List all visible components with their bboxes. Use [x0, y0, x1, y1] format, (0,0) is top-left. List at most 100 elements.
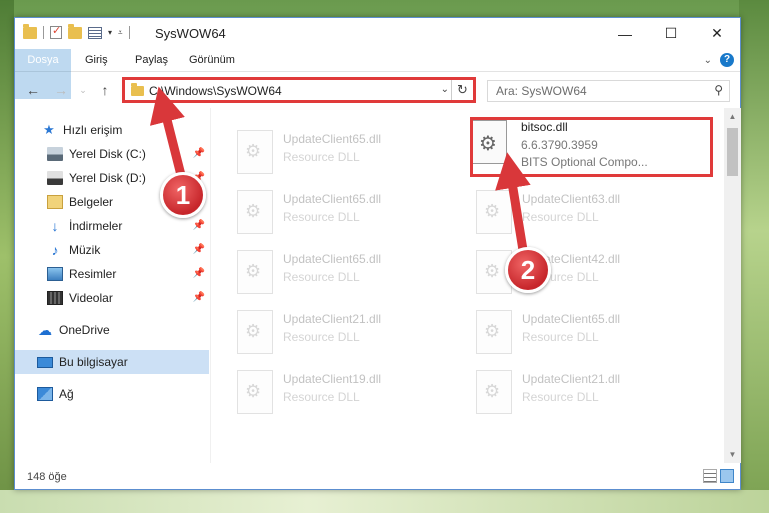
ribbon-controls: ⌄ ?	[704, 53, 734, 67]
title-bar: ▾ ⩡ SysWOW64 — ☐ ✕	[15, 18, 740, 49]
back-button[interactable]: ←	[23, 80, 43, 100]
list-item[interactable]: UpdateClient21.dll Resource DLL	[237, 306, 467, 356]
minimize-button[interactable]: —	[602, 18, 648, 49]
search-box[interactable]: Ara: SysWOW64 ⚲	[487, 80, 730, 102]
background-left	[0, 0, 14, 513]
up-button[interactable]: ↑	[95, 80, 115, 100]
list-item[interactable]: UpdateClient19.dll Resource DLL	[237, 366, 467, 416]
sidebar-item-music[interactable]: ♪ Müzik 📌	[15, 238, 209, 262]
dll-file-icon	[237, 190, 273, 234]
pin-icon: 📌	[192, 268, 205, 279]
quick-access-toolbar: ▾ ⩡	[23, 23, 130, 39]
file-description: Resource DLL	[283, 390, 360, 404]
step-2-badge: 2	[505, 247, 551, 293]
maximize-button[interactable]: ☐	[648, 18, 694, 49]
file-description: Resource DLL	[283, 330, 360, 344]
address-dropdown-icon[interactable]: ⌄	[441, 84, 449, 95]
close-button[interactable]: ✕	[694, 18, 740, 49]
folder-icon[interactable]	[23, 23, 37, 39]
sidebar-item-onedrive[interactable]: ☁ OneDrive	[15, 318, 209, 342]
recent-locations-icon[interactable]: ⌄	[73, 80, 93, 100]
address-path[interactable]: C:\Windows\SysWOW64	[149, 84, 282, 98]
sidebar-item-videos[interactable]: Videolar 📌	[15, 286, 209, 310]
toolbar-separator	[128, 26, 130, 39]
details-view-icon[interactable]	[703, 469, 717, 483]
pin-icon: 📌	[192, 148, 205, 159]
step-1-badge: 1	[160, 172, 206, 218]
pin-icon: 📌	[192, 220, 205, 231]
sidebar-item-label: Bu bilgisayar	[59, 355, 128, 369]
refresh-icon[interactable]: ↻	[451, 80, 473, 100]
sidebar-item-this-pc[interactable]: Bu bilgisayar	[15, 350, 209, 374]
network-icon	[37, 387, 53, 401]
sidebar-item-label: Videolar	[69, 291, 113, 305]
new-folder-icon[interactable]	[68, 23, 82, 39]
help-icon[interactable]: ?	[720, 53, 734, 67]
scroll-up-icon[interactable]: ▲	[724, 108, 741, 125]
tab-view[interactable]: Görünüm	[177, 49, 247, 72]
file-name: UpdateClient21.dll	[283, 312, 382, 326]
view-dropdown-icon[interactable]: ▾	[108, 28, 112, 37]
sidebar-item-label: Resimler	[69, 267, 117, 281]
window-controls: — ☐ ✕	[602, 18, 740, 49]
navigation-bar: ← → ⌄ ↑ C:\Windows\SysWOW64 ⌄ ↻ Ara: Sys…	[15, 76, 740, 104]
file-description: Resource DLL	[522, 390, 599, 404]
list-item[interactable]: UpdateClient65.dll Resource DLL	[237, 126, 467, 176]
list-item[interactable]: UpdateClient63.dll Resource DLL	[476, 186, 706, 236]
sidebar-item-label: OneDrive	[59, 323, 110, 337]
cloud-icon: ☁	[38, 322, 52, 338]
star-icon: ★	[43, 122, 55, 137]
view-icon[interactable]	[88, 26, 102, 39]
scroll-down-icon[interactable]: ▼	[724, 446, 741, 463]
file-name: UpdateClient21.dll	[522, 372, 621, 386]
videos-icon	[47, 291, 63, 305]
sidebar-item-label: Yerel Disk (C:)	[69, 147, 146, 161]
sidebar-item-label: İndirmeler	[69, 219, 123, 233]
list-item[interactable]: UpdateClient65.dll Resource DLL	[476, 306, 706, 356]
file-name: UpdateClient65.dll	[283, 252, 382, 266]
forward-button[interactable]: →	[51, 80, 71, 100]
documents-icon	[47, 195, 63, 209]
sidebar-item-label: Yerel Disk (D:)	[69, 171, 146, 185]
file-description: Resource DLL	[283, 150, 360, 164]
navigation-pane: ★ Hızlı erişim Yerel Disk (C:) 📌 Yerel D…	[15, 110, 209, 460]
sidebar-item-local-disk-c[interactable]: Yerel Disk (C:) 📌	[15, 142, 209, 166]
address-bar[interactable]: C:\Windows\SysWOW64 ⌄ ↻	[122, 77, 476, 103]
file-description: Resource DLL	[283, 210, 360, 224]
list-item[interactable]: UpdateClient65.dll Resource DLL	[237, 186, 467, 236]
tab-home[interactable]: Giriş	[73, 49, 120, 72]
search-icon[interactable]: ⚲	[714, 83, 723, 97]
list-item[interactable]: UpdateClient21.dll Resource DLL	[476, 366, 706, 416]
dll-file-icon	[237, 370, 273, 414]
dll-file-icon	[237, 310, 273, 354]
dll-file-icon	[476, 370, 512, 414]
properties-icon[interactable]	[50, 24, 62, 39]
dll-file-icon	[476, 310, 512, 354]
sidebar-item-pictures[interactable]: Resimler 📌	[15, 262, 209, 286]
sidebar-item-quick-access[interactable]: ★ Hızlı erişim	[15, 118, 209, 142]
sidebar-item-label: Müzik	[69, 243, 101, 257]
item-count: 148 öğe	[27, 471, 67, 483]
customize-toolbar-icon[interactable]: ⩡	[118, 28, 123, 38]
scroll-thumb[interactable]	[727, 128, 738, 176]
view-switcher	[703, 469, 734, 483]
search-placeholder[interactable]: Ara: SysWOW64	[496, 84, 587, 98]
sidebar-item-label: Belgeler	[69, 195, 114, 209]
file-description: Resource DLL	[283, 270, 360, 284]
vertical-scrollbar[interactable]: ▲ ▼	[724, 108, 741, 463]
file-description: Resource DLL	[522, 330, 599, 344]
pictures-icon	[47, 267, 63, 281]
status-bar: 148 öğe	[15, 464, 740, 490]
file-name: UpdateClient65.dll	[522, 312, 621, 326]
computer-icon	[37, 356, 53, 368]
sidebar-item-label: Ağ	[59, 387, 74, 401]
list-item[interactable]: UpdateClient65.dll Resource DLL	[237, 246, 467, 296]
tiles-view-icon[interactable]	[720, 469, 734, 483]
file-name: UpdateClient65.dll	[283, 132, 382, 146]
sidebar-item-network[interactable]: Ağ	[15, 382, 209, 406]
expand-ribbon-icon[interactable]: ⌄	[704, 55, 712, 66]
background-right	[739, 0, 769, 513]
sidebar-item-label: Hızlı erişim	[63, 123, 123, 137]
dll-file-icon	[237, 250, 273, 294]
tab-share[interactable]: Paylaş	[123, 49, 180, 72]
